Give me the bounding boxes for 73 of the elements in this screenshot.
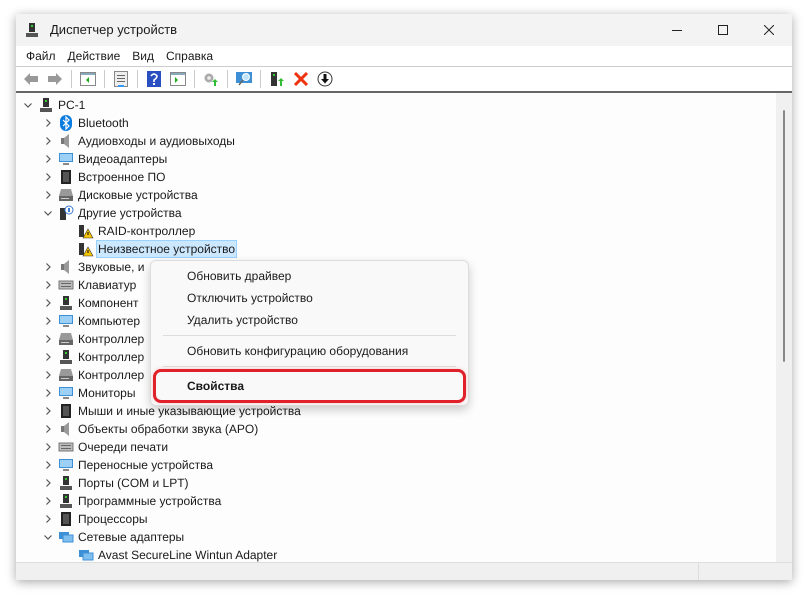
tree-item[interactable]: Мыши и иные указывающие устройства [77,403,302,419]
menu-option[interactable]: Удалить устройство [155,309,464,331]
tree-item[interactable]: Клавиатур [77,277,138,293]
network-adapter-icon [58,529,74,545]
device-arrow-icon [269,71,285,87]
list-icon [114,71,128,87]
drive-icon [58,331,74,347]
chip-icon [58,403,74,419]
monitor-icon [58,457,74,473]
menu-item[interactable]: Вид [126,47,160,65]
delete-cross-icon [294,72,308,86]
scrollbar[interactable] [776,93,792,562]
monitor-icon [58,151,74,167]
tree-item[interactable]: Очереди печати [77,439,170,455]
gear-arrow-icon [203,71,219,87]
window-title: Диспетчер устройств [50,21,178,40]
chip-icon [58,511,74,527]
tree-item[interactable]: Звуковые, и [77,259,146,275]
drive-icon [58,187,74,203]
computer-icon [58,349,74,365]
computer-icon [58,475,74,491]
menu-option[interactable]: Отключить устройство [155,287,464,309]
menu-item[interactable]: Справка [160,47,220,65]
tree-item[interactable]: Дисковые устройства [77,187,199,203]
tree-item[interactable]: Порты (COM и LPT) [77,475,190,491]
arrow-left-icon [23,72,39,86]
tree-item[interactable]: Компьютер [77,313,142,329]
panel-icon [80,72,96,86]
menu-item[interactable]: Действие [62,47,126,65]
computer-icon [58,295,74,311]
bluetooth-icon [58,115,74,131]
tree-item[interactable]: Аудиовходы и аудиовыходы [77,133,236,149]
unknown-device-icon [58,205,74,221]
maximize-icon [718,25,728,35]
tree-item[interactable]: Переносные устройства [77,457,214,473]
tree-item[interactable]: Bluetooth [77,115,130,131]
monitor-icon [58,313,74,329]
help-icon [147,71,161,87]
drive-icon [58,367,74,383]
tree-item[interactable]: Контроллер [77,349,146,365]
close-icon [764,25,774,35]
tree-item[interactable]: Компонент [77,295,140,311]
computer-icon [38,97,54,113]
tree-item[interactable]: Видеоадаптеры [77,151,168,167]
tree-item[interactable]: PC-1 [57,97,86,113]
monitor-icon [58,385,74,401]
tree-item[interactable]: Avast SecureLine Wintun Adapter [97,547,278,562]
chip-icon [58,169,74,185]
tree-item[interactable]: Сетевые адаптеры [77,529,186,545]
computer-icon [24,22,40,38]
tree-item[interactable]: Контроллер [77,367,146,383]
computer-icon [58,493,74,509]
warning-device-icon [78,241,94,257]
tree-item[interactable]: Встроенное ПО [77,169,166,185]
scrollbar-thumb[interactable] [783,110,785,362]
panel-icon [170,72,186,86]
network-adapter-icon [78,547,94,562]
tree-item[interactable]: Другие устройства [77,205,183,221]
arrow-right-icon [47,72,63,86]
tree-item[interactable]: Контроллер [77,331,146,347]
tree-item[interactable]: Мониторы [77,385,136,401]
down-arrow-circle-icon [317,71,333,87]
tree-item[interactable]: Объекты обработки звука (APO) [77,421,260,437]
menu-option[interactable]: Свойства [155,371,464,401]
monitor-magnifier-icon [235,71,253,87]
tree-item[interactable]: Процессоры [77,511,148,527]
menu-item[interactable]: Файл [20,47,62,65]
warning-device-icon [78,223,94,239]
menu-option[interactable]: Обновить конфигурацию оборудования [155,340,464,362]
tree-item[interactable]: RAID-контроллер [97,223,196,239]
tree-item[interactable]: Программные устройства [77,493,222,509]
menu-option[interactable]: Обновить драйвер [155,265,464,287]
tree-item[interactable]: Неизвестное устройство [97,241,236,257]
